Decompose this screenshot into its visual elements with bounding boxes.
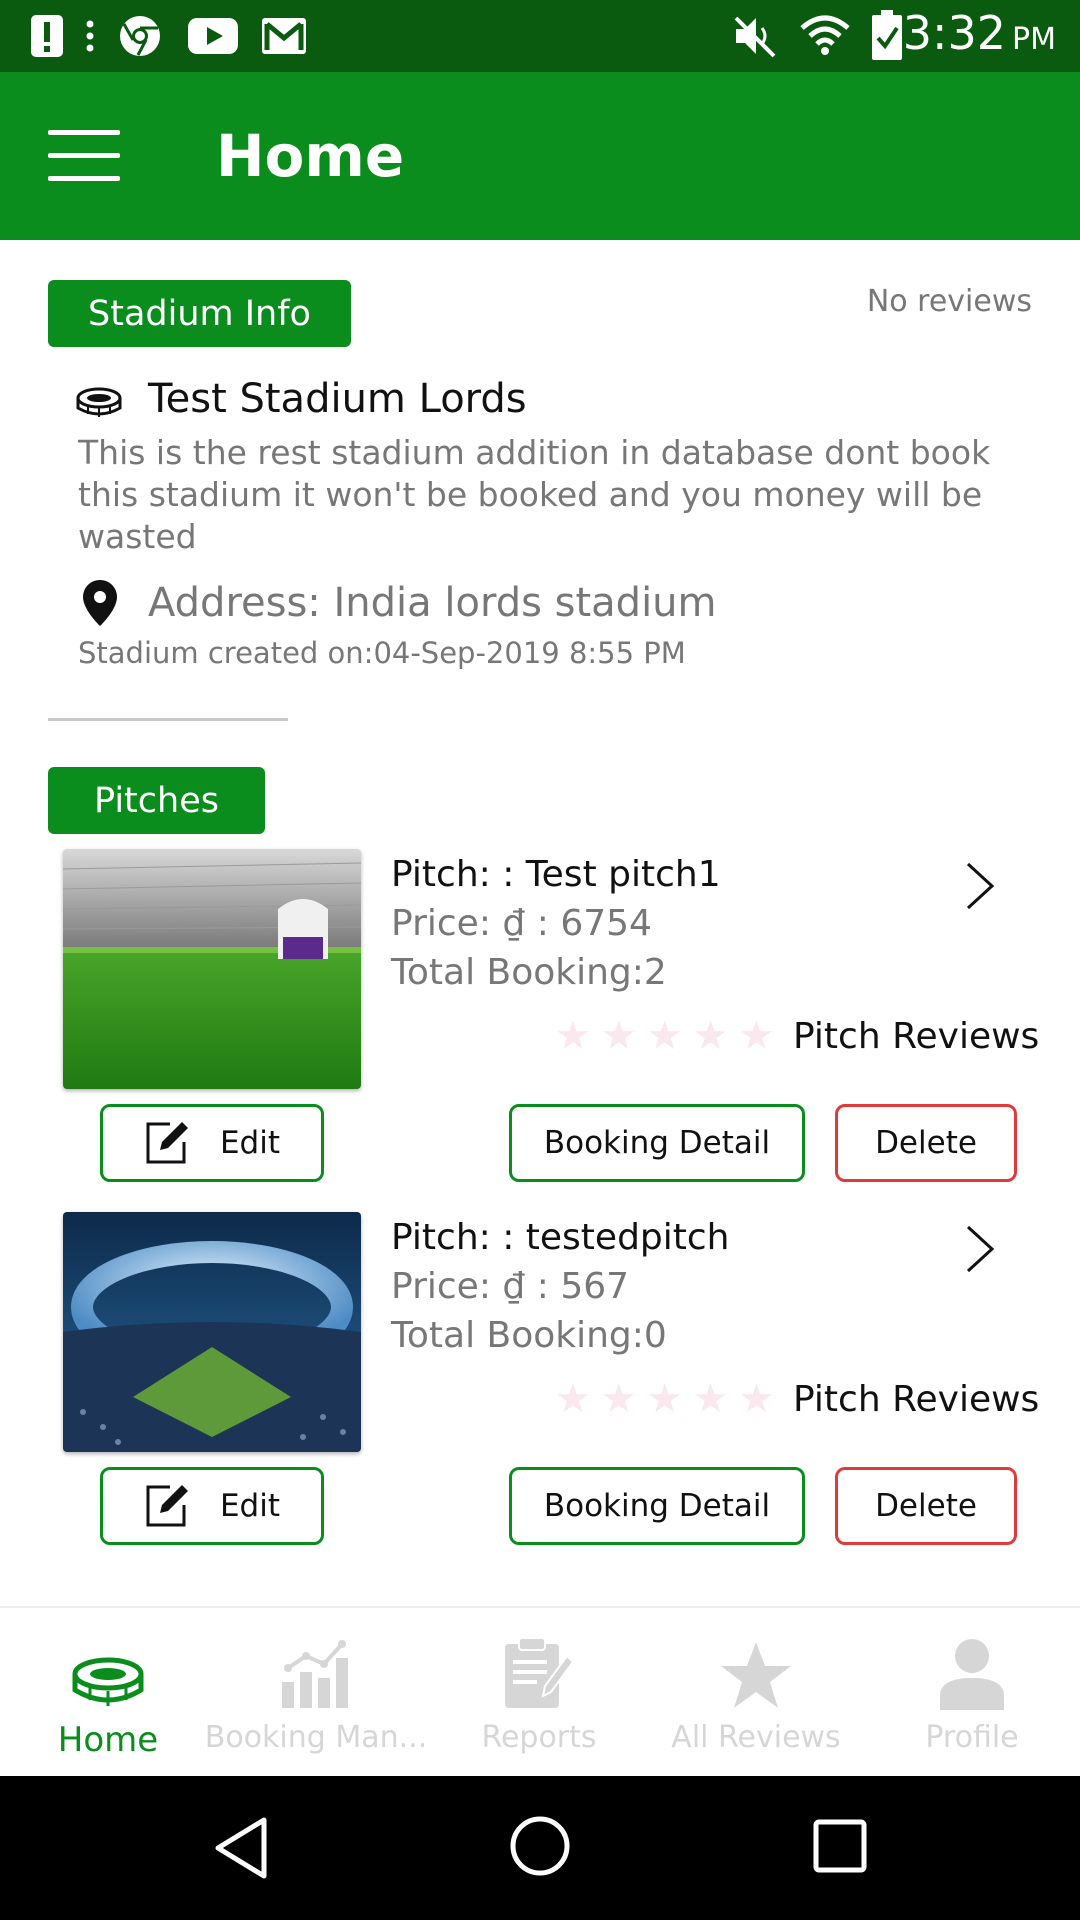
chevron-right-icon[interactable] [960, 858, 1000, 914]
stadium-description: This is the rest stadium addition in dat… [78, 433, 991, 556]
chrome-icon [120, 16, 160, 56]
nav-home[interactable]: Home [0, 1608, 216, 1778]
location-pin-icon [83, 580, 117, 626]
edit-button[interactable]: Edit [100, 1467, 324, 1545]
person-icon [940, 1639, 1004, 1710]
star-icon: ★ [692, 1013, 729, 1059]
nav-label: Reports [481, 1720, 597, 1755]
stadium-icon [76, 387, 122, 417]
battery-icon [872, 10, 902, 60]
wifi-icon [800, 15, 850, 55]
menu-button[interactable] [48, 130, 120, 182]
chart-icon [282, 1640, 348, 1708]
booking-detail-button[interactable]: Booking Detail [509, 1467, 805, 1545]
pitches-tag: Pitches [48, 767, 265, 834]
nav-profile[interactable]: Profile [864, 1608, 1080, 1778]
star-icon [721, 1642, 791, 1708]
pitch-price: Price: ₫ : 567 [391, 1266, 630, 1307]
stadium-info-tag: Stadium Info [48, 280, 351, 347]
clipboard-icon [505, 1637, 575, 1708]
system-navigation-bar [0, 1776, 1080, 1920]
nav-label: All Reviews [671, 1720, 841, 1755]
mute-icon [734, 16, 776, 58]
pitch-image[interactable] [63, 849, 361, 1089]
nav-label: Booking Man... [204, 1720, 428, 1755]
pitch-reviews-link[interactable]: Pitch Reviews [793, 1379, 1039, 1420]
pitch-name: Pitch: : Test pitch1 [391, 854, 721, 895]
star-icon: ★ [555, 1013, 591, 1059]
star-icon: ★ [738, 1376, 775, 1422]
nav-label: Profile [925, 1720, 1019, 1755]
app-bar: Home [0, 72, 1080, 240]
home-circle-icon[interactable] [508, 1814, 572, 1878]
nav-label: Home [57, 1720, 159, 1760]
stadium-icon [72, 1657, 144, 1706]
bottom-navigation: Home Booking Man... Reports All Reviews … [0, 1606, 1080, 1778]
rating-stars: ★ ★ ★ ★ ★ [555, 1379, 774, 1419]
pitch-reviews-link[interactable]: Pitch Reviews [793, 1016, 1039, 1057]
page-title: Home [216, 122, 405, 190]
star-icon: ★ [555, 1376, 591, 1422]
edit-button[interactable]: Edit [100, 1104, 324, 1182]
chevron-right-icon[interactable] [960, 1221, 1000, 1277]
star-icon: ★ [646, 1376, 683, 1422]
edit-icon [146, 1122, 188, 1164]
more-dots-icon [86, 20, 94, 52]
star-icon: ★ [600, 1013, 637, 1059]
reviews-status: No reviews [866, 284, 1032, 319]
pitch-total-booking: Total Booking:2 [391, 952, 667, 993]
star-icon: ★ [600, 1376, 637, 1422]
edit-label: Edit [219, 1125, 281, 1161]
stadium-name: Test Stadium Lords [148, 376, 527, 422]
stadium-address: Address: India lords stadium [148, 580, 717, 626]
delete-button[interactable]: Delete [835, 1104, 1017, 1182]
status-bar: 3:32 PM [0, 0, 1080, 72]
nav-all-reviews[interactable]: All Reviews [648, 1608, 864, 1778]
pitch-price: Price: ₫ : 6754 [391, 903, 652, 944]
pitch-total-booking: Total Booking:0 [391, 1315, 667, 1356]
rating-stars: ★ ★ ★ ★ ★ [555, 1016, 774, 1056]
clock: 3:32 PM [902, 6, 1056, 60]
divider [48, 718, 288, 721]
star-icon: ★ [692, 1376, 729, 1422]
booking-detail-button[interactable]: Booking Detail [509, 1104, 805, 1182]
stadium-created-date: Stadium created on:04-Sep-2019 8:55 PM [78, 636, 686, 670]
gmail-icon [262, 18, 306, 54]
star-icon: ★ [738, 1013, 775, 1059]
back-icon[interactable] [214, 1816, 270, 1880]
pitch-name: Pitch: : testedpitch [391, 1217, 730, 1258]
alert-notification-icon [31, 15, 63, 57]
nav-booking-management[interactable]: Booking Man... [204, 1608, 428, 1778]
youtube-icon [188, 18, 238, 54]
recents-square-icon[interactable] [812, 1818, 868, 1874]
pitch-image[interactable] [63, 1212, 361, 1452]
edit-icon [146, 1485, 188, 1527]
edit-label: Edit [219, 1488, 281, 1524]
nav-reports[interactable]: Reports [431, 1608, 647, 1778]
star-icon: ★ [646, 1013, 683, 1059]
delete-button[interactable]: Delete [835, 1467, 1017, 1545]
